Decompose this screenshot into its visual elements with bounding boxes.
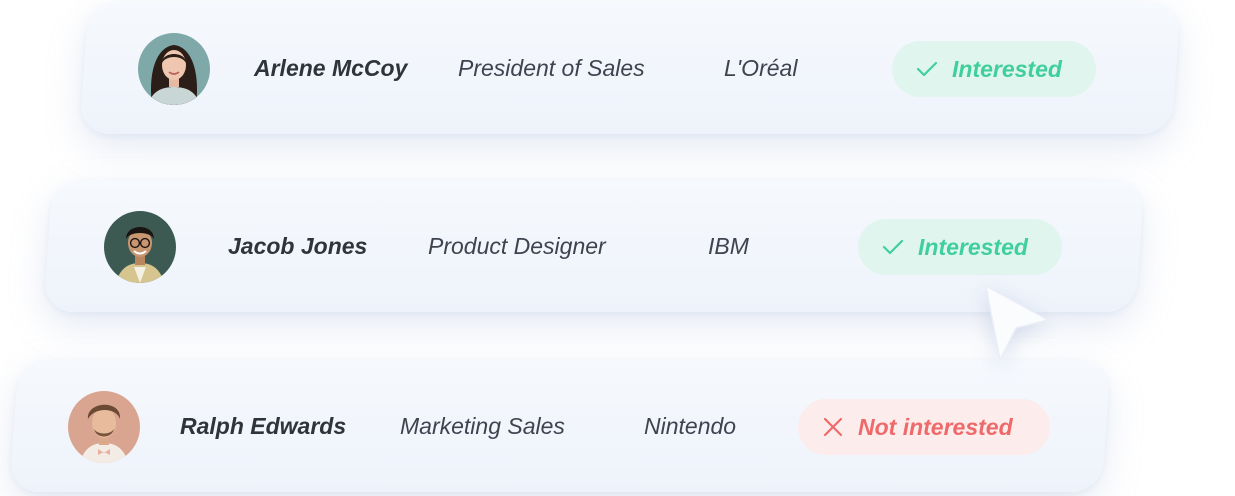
status-label: Interested bbox=[952, 55, 1062, 82]
avatar bbox=[68, 391, 140, 463]
avatar bbox=[138, 33, 210, 105]
avatar bbox=[104, 211, 176, 283]
lead-name: Jacob Jones bbox=[228, 233, 368, 259]
lead-row[interactable]: Ralph Edwards Marketing Sales Nintendo N… bbox=[9, 360, 1111, 492]
status-badge[interactable]: Interested bbox=[892, 41, 1096, 97]
lead-name: Arlene McCoy bbox=[254, 55, 408, 81]
lead-company: L'Oréal bbox=[724, 55, 798, 81]
cursor-pointer-icon bbox=[978, 282, 1058, 366]
lead-role: President of Sales bbox=[458, 55, 645, 81]
check-icon bbox=[878, 232, 908, 262]
lead-name: Ralph Edwards bbox=[180, 413, 347, 439]
status-badge[interactable]: Interested bbox=[858, 219, 1062, 275]
x-icon bbox=[818, 412, 848, 442]
lead-role: Marketing Sales bbox=[400, 413, 565, 439]
status-label: Not interested bbox=[858, 413, 1013, 440]
lead-role: Product Designer bbox=[428, 233, 606, 259]
lead-company: Nintendo bbox=[644, 413, 737, 439]
status-label: Interested bbox=[918, 233, 1028, 260]
status-badge[interactable]: Not interested bbox=[798, 399, 1050, 455]
lead-company: IBM bbox=[708, 233, 749, 259]
check-icon bbox=[912, 54, 942, 84]
lead-row[interactable]: Arlene McCoy President of Sales L'Oréal … bbox=[79, 2, 1181, 134]
